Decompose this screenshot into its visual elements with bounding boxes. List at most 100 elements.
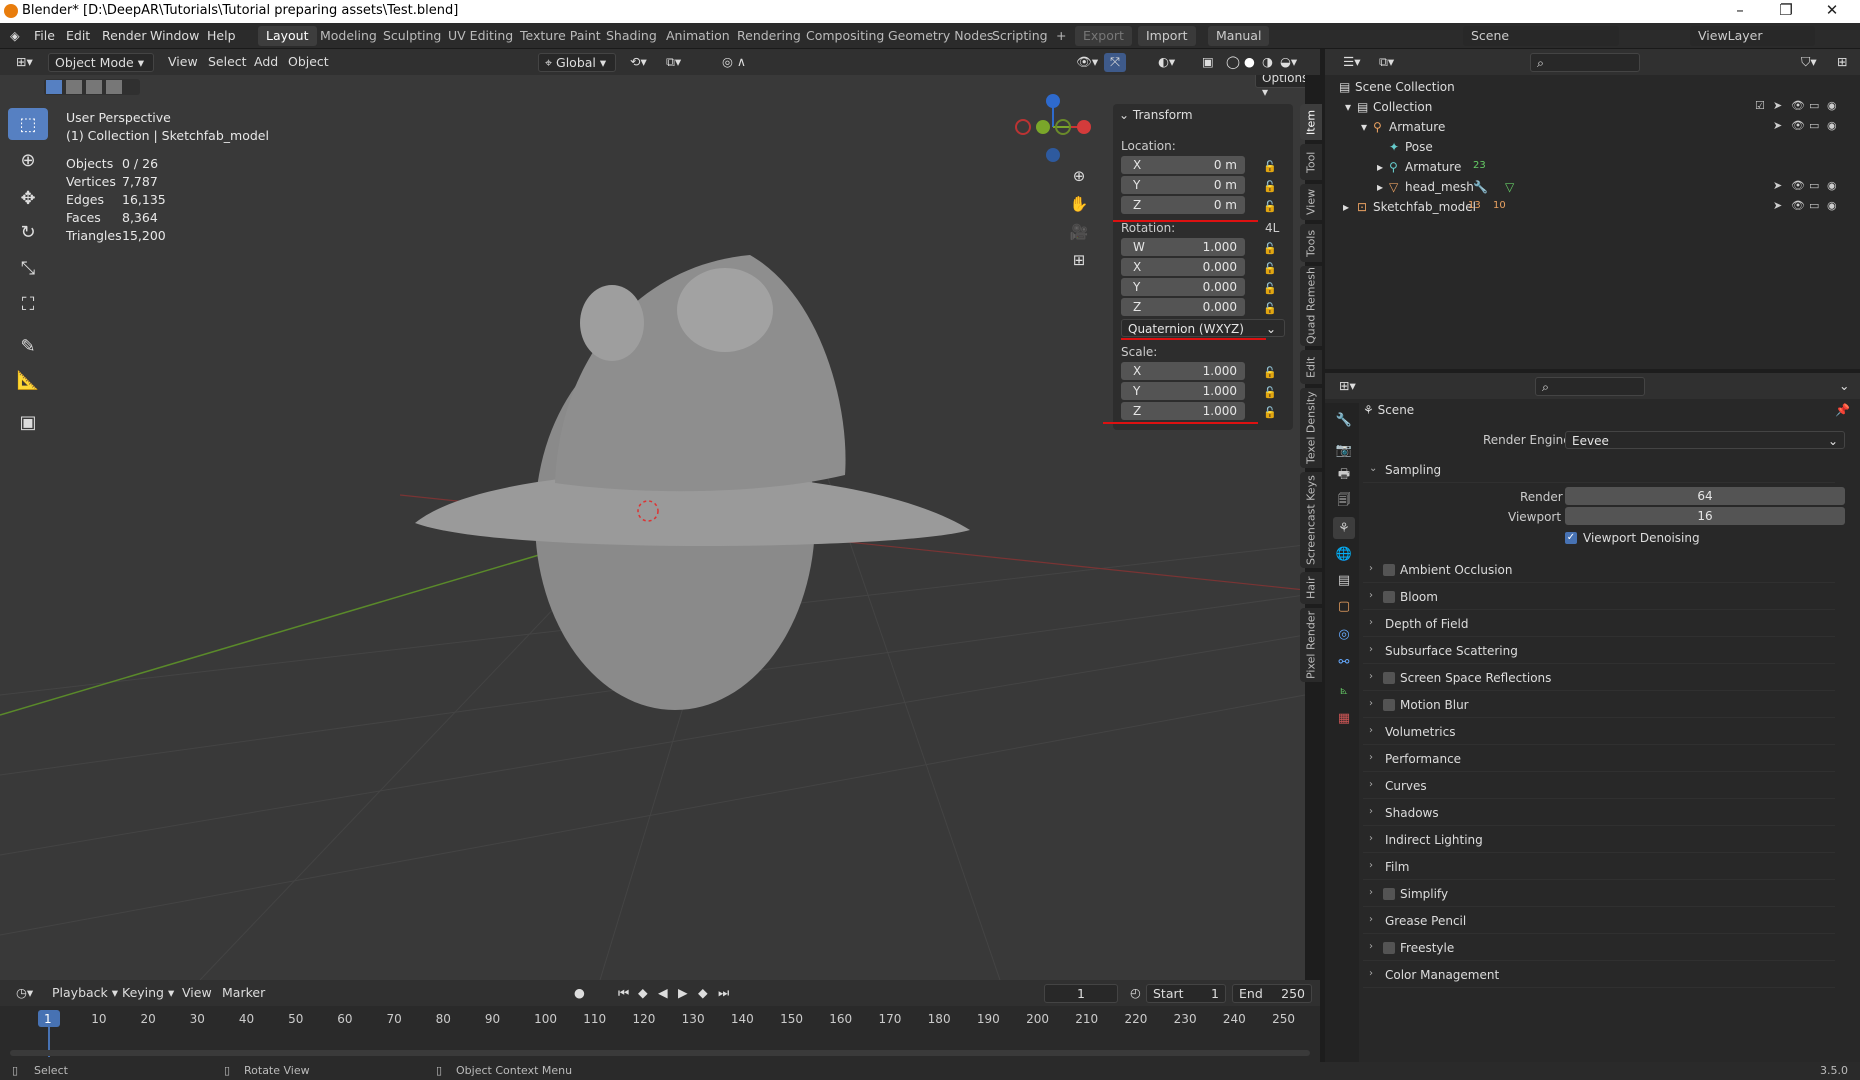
monitor-icon[interactable]: ▭ xyxy=(1809,99,1819,112)
rotation-y-field[interactable]: Y 0.000 xyxy=(1121,278,1245,296)
lock-icon[interactable]: 🔓 xyxy=(1263,302,1277,315)
menu-render[interactable]: Render xyxy=(102,28,147,43)
camera-view-icon[interactable]: 🎥 xyxy=(1065,219,1093,245)
snap-icon[interactable]: ⧉▾ xyxy=(660,53,687,72)
render-samples-field[interactable]: 64 xyxy=(1565,487,1845,505)
data-properties-icon[interactable]: ⦝ xyxy=(1333,679,1355,701)
prev-keyframe-icon[interactable]: ◆ xyxy=(632,984,654,1003)
lock-icon[interactable]: 🔓 xyxy=(1263,262,1277,275)
clock-icon[interactable]: ◴ xyxy=(1124,984,1147,1003)
monitor-icon[interactable]: ▭ xyxy=(1809,179,1819,192)
output-properties-icon[interactable]: 🖶 xyxy=(1333,465,1355,487)
orientation-selector[interactable]: ⌖ Global ▾ xyxy=(538,53,616,72)
panel-volumetrics[interactable]: › Volumetrics xyxy=(1363,720,1835,745)
select-new-icon[interactable] xyxy=(46,80,62,94)
menu-edit[interactable]: Edit xyxy=(66,28,90,43)
menu-playback[interactable]: Playback ▾ xyxy=(46,984,124,1003)
overlays-icon[interactable]: ◐▾ xyxy=(1152,53,1181,72)
camera-icon[interactable]: ◉ xyxy=(1827,119,1837,132)
object-properties-icon[interactable]: ▢ xyxy=(1333,595,1355,617)
tab-animation[interactable]: Animation xyxy=(658,26,738,46)
panel-checkbox[interactable] xyxy=(1383,672,1395,684)
tab-texture-paint[interactable]: Texture Paint xyxy=(512,26,609,46)
render-properties-icon[interactable]: 📷 xyxy=(1333,439,1355,461)
manual-button[interactable]: Manual xyxy=(1208,26,1270,46)
world-properties-icon[interactable]: 🌐 xyxy=(1333,543,1355,565)
hat-goggle-left[interactable] xyxy=(580,285,644,361)
tab-item[interactable]: Item xyxy=(1300,104,1322,140)
outliner-row-armature[interactable]: ▾ ⚲ Armature ➤ 👁 ▭ ◉ xyxy=(1325,117,1860,137)
chevron-down-icon[interactable]: ⌄ xyxy=(1833,377,1855,396)
eye-icon[interactable]: 👁 xyxy=(1791,119,1805,132)
viewport-samples-field[interactable]: 16 xyxy=(1565,507,1845,525)
rotation-x-field[interactable]: X 0.000 xyxy=(1121,258,1245,276)
rotation-lock-4l[interactable]: 4L xyxy=(1265,221,1279,235)
panel-depth-of-field[interactable]: › Depth of Field xyxy=(1363,612,1835,637)
zoom-icon[interactable]: ⊕ xyxy=(1065,163,1093,189)
tab-view[interactable]: View xyxy=(1300,184,1322,220)
select-box-tool-icon[interactable]: ⬚ xyxy=(8,108,48,140)
select-arrow-icon[interactable]: ➤ xyxy=(1773,199,1782,212)
editor-type-icon[interactable]: ⊞▾ xyxy=(10,53,39,72)
eye-icon[interactable]: 👁 xyxy=(1791,179,1805,192)
lock-icon[interactable]: 🔓 xyxy=(1263,282,1277,295)
panel-curves[interactable]: › Curves xyxy=(1363,774,1835,799)
texture-properties-icon[interactable]: ▦ xyxy=(1333,707,1355,729)
menu-add[interactable]: Add xyxy=(248,53,284,72)
panel-checkbox[interactable] xyxy=(1383,942,1395,954)
proportional-edit-icon[interactable]: ◎ ∧ xyxy=(716,53,752,72)
filter-icon[interactable]: ⛉▾ xyxy=(1795,53,1823,72)
restore-icon[interactable]: ❐ xyxy=(1763,0,1809,23)
display-mode-icon[interactable]: ⧉▾ xyxy=(1373,53,1400,72)
physics-properties-icon[interactable]: ◎ xyxy=(1333,623,1355,645)
rotate-tool-icon[interactable]: ↻ xyxy=(8,216,48,248)
menu-select[interactable]: Select xyxy=(202,53,253,72)
add-workspace-icon[interactable]: + xyxy=(1048,26,1074,46)
menu-view[interactable]: View xyxy=(162,53,204,72)
tab-sculpting[interactable]: Sculpting xyxy=(375,26,449,46)
record-icon[interactable]: ● xyxy=(568,984,591,1003)
lock-icon[interactable]: 🔓 xyxy=(1263,386,1277,399)
panel-screen-space-reflections[interactable]: › Screen Space Reflections xyxy=(1363,666,1835,691)
scene-selector[interactable]: Scene xyxy=(1463,26,1619,46)
hat-goggle-right[interactable] xyxy=(677,268,773,352)
expand-icon[interactable]: ▾ xyxy=(1361,120,1367,134)
location-x-field[interactable]: X 0 m xyxy=(1121,156,1245,174)
visibility-icon[interactable]: 👁▾ xyxy=(1070,53,1104,72)
tab-tool[interactable]: Tool xyxy=(1300,144,1322,180)
transform-tool-icon[interactable]: ⛶ xyxy=(8,288,48,320)
eye-icon[interactable]: 👁 xyxy=(1791,99,1805,112)
panel-simplify[interactable]: › Simplify xyxy=(1363,882,1835,907)
panel-subsurface-scattering[interactable]: › Subsurface Scattering xyxy=(1363,639,1835,664)
navigation-gizmo[interactable] xyxy=(1015,94,1091,162)
lock-icon[interactable]: 🔓 xyxy=(1263,406,1277,419)
location-y-field[interactable]: Y 0 m xyxy=(1121,176,1245,194)
menu-view[interactable]: View xyxy=(176,984,218,1003)
tab-scripting[interactable]: Scripting xyxy=(984,26,1056,46)
blender-menu-icon[interactable]: ◈ xyxy=(10,28,20,43)
tab-rendering[interactable]: Rendering xyxy=(729,26,809,46)
jump-end-icon[interactable]: ⏭ xyxy=(712,984,735,1003)
panel-checkbox[interactable] xyxy=(1383,564,1395,576)
expand-icon[interactable]: ▸ xyxy=(1377,180,1383,194)
measure-tool-icon[interactable]: 📐 xyxy=(8,364,48,396)
perspective-toggle-icon[interactable]: ⊞ xyxy=(1065,247,1093,273)
panel-checkbox[interactable] xyxy=(1383,699,1395,711)
properties-search-input[interactable]: ⌕ xyxy=(1535,377,1645,396)
viewlayer-selector[interactable]: ViewLayer xyxy=(1690,26,1815,46)
rotation-mode-dropdown[interactable]: Quaternion (WXYZ) ⌄ xyxy=(1121,319,1285,337)
options-button[interactable]: Options ▾ xyxy=(1255,75,1305,99)
menu-file[interactable]: File xyxy=(34,28,55,43)
camera-icon[interactable]: ◉ xyxy=(1827,99,1837,112)
annotate-tool-icon[interactable]: ✎ xyxy=(8,330,48,362)
select-arrow-icon[interactable]: ➤ xyxy=(1773,99,1782,112)
panel-indirect-lighting[interactable]: › Indirect Lighting xyxy=(1363,828,1835,853)
select-arrow-icon[interactable]: ➤ xyxy=(1773,179,1782,192)
rotation-w-field[interactable]: W 1.000 xyxy=(1121,238,1245,256)
rendered-shading-icon[interactable]: ◒▾ xyxy=(1274,53,1303,72)
mode-selector[interactable]: Object Mode ▾ xyxy=(48,53,154,72)
lock-icon[interactable]: 🔓 xyxy=(1263,366,1277,379)
select-invert-icon[interactable] xyxy=(106,80,122,94)
outliner-row-head-mesh[interactable]: ▸ ▽ head_mesh 🔧 ▽ ➤ 👁 ▭ ◉ xyxy=(1325,177,1860,197)
pin-icon[interactable]: 📌 xyxy=(1835,403,1850,417)
